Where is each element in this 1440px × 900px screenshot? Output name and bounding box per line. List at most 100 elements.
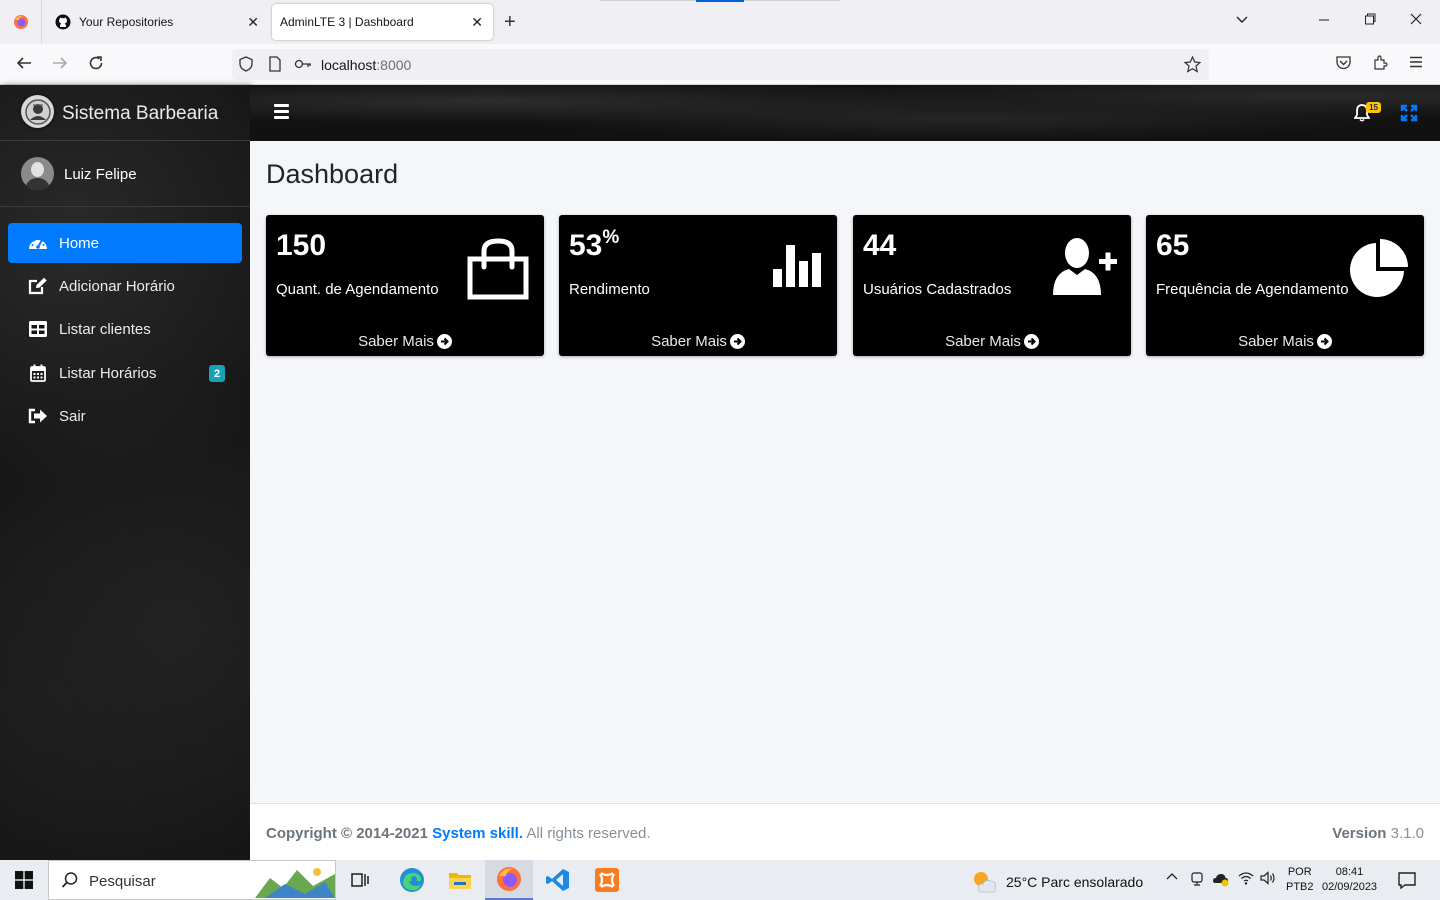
small-box-frequencia: 65 Frequência de Agendamento Saber Mais	[1146, 215, 1424, 356]
user-panel[interactable]: Luiz Felipe	[0, 141, 250, 207]
list-all-tabs-icon[interactable]	[1235, 12, 1249, 30]
url-text[interactable]: localhost:8000	[321, 57, 411, 73]
tab-drag-indicator	[696, 0, 744, 2]
notification-center-icon[interactable]	[1397, 870, 1417, 895]
footer-brand-link[interactable]: System skill.	[432, 825, 523, 842]
onedrive-warning-icon[interactable]	[1212, 871, 1230, 890]
tab-title: Your Repositories	[79, 15, 174, 29]
card-label: Frequência de Agendamento	[1156, 281, 1349, 298]
extensions-icon[interactable]	[1372, 54, 1389, 76]
sidebar-item-label: Sair	[59, 407, 86, 425]
pocket-icon[interactable]	[1335, 54, 1352, 76]
saber-mais-link[interactable]: Saber Mais	[1146, 326, 1424, 356]
new-tab-button[interactable]: +	[504, 11, 516, 34]
tab-title: AdminLTE 3 | Dashboard	[280, 15, 414, 29]
windows-icon	[15, 871, 33, 889]
edit-icon	[27, 277, 49, 295]
card-label: Usuários Cadastrados	[863, 281, 1012, 298]
start-button[interactable]	[0, 860, 48, 900]
search-icon	[61, 871, 79, 894]
tachometer-icon	[27, 235, 49, 251]
system-clock[interactable]: 08:41 02/09/2023	[1322, 865, 1377, 895]
saber-mais-link[interactable]: Saber Mais	[853, 326, 1131, 356]
meet-now-icon[interactable]	[1190, 871, 1204, 890]
brand-logo	[21, 95, 54, 128]
small-box-agendamento: 150 Quant. de Agendamento Saber Mais	[266, 215, 544, 356]
main-header: 15	[250, 85, 1440, 141]
card-label: Quant. de Agendamento	[276, 281, 439, 298]
taskbar-file-explorer[interactable]	[436, 860, 484, 900]
card-value: 44	[863, 229, 897, 262]
copyright-text: Copyright © 2014-2021 System skill. All …	[266, 825, 651, 842]
content-wrapper: Dashboard 150 Quant. de Agendamento Sabe…	[250, 141, 1440, 803]
minimize-window-icon[interactable]	[1318, 12, 1330, 30]
folder-icon	[449, 873, 471, 889]
taskbar-search-input[interactable]: Pesquisar	[48, 860, 336, 900]
card-value: 53%	[569, 227, 620, 262]
arrow-circle-right-icon	[1316, 333, 1332, 349]
hamburger-menu-icon[interactable]	[1408, 54, 1424, 75]
language-indicator[interactable]: POR PTB2	[1286, 865, 1314, 895]
taskbar-vscode[interactable]	[534, 860, 582, 900]
close-tab-icon[interactable]: ✕	[471, 14, 483, 31]
sidebar-toggle-icon[interactable]	[274, 104, 289, 122]
address-bar[interactable]: localhost:8000	[232, 49, 1209, 80]
brand-link[interactable]: Sistema Barbearia	[0, 85, 250, 141]
close-window-icon[interactable]	[1410, 12, 1422, 30]
taskbar-firefox[interactable]	[485, 860, 533, 900]
vscode-icon	[546, 869, 569, 891]
restore-window-icon[interactable]	[1364, 12, 1376, 30]
clock-time: 08:41	[1335, 866, 1364, 878]
close-tab-icon[interactable]: ✕	[247, 14, 259, 31]
xampp-icon	[595, 868, 619, 892]
sidebar-item-label: Listar Horários	[59, 364, 157, 382]
task-view-button[interactable]	[336, 860, 384, 900]
pie-chart-icon	[1346, 237, 1410, 306]
bookmark-star-icon[interactable]	[1183, 55, 1202, 76]
volume-icon[interactable]	[1260, 871, 1276, 888]
table-icon	[27, 321, 49, 337]
browser-tab-bar: Your Repositories ✕ AdminLTE 3 | Dashboa…	[0, 0, 1440, 44]
url-port: :8000	[376, 57, 412, 73]
wifi-icon[interactable]	[1238, 871, 1254, 888]
small-box-rendimento: 53% Rendimento Saber Mais	[559, 215, 837, 356]
edge-icon	[400, 868, 424, 892]
arrow-circle-right-icon	[729, 333, 745, 349]
user-name[interactable]: Luiz Felipe	[64, 166, 137, 183]
sign-out-icon	[27, 408, 49, 424]
firefox-icon	[13, 15, 28, 29]
menu-count-badge: 2	[209, 365, 225, 382]
arrow-circle-right-icon	[1023, 333, 1039, 349]
show-hidden-icons-icon[interactable]	[1166, 871, 1178, 886]
sidebar-item-label: Adicionar Horário	[59, 277, 175, 295]
browser-navigation-bar: localhost:8000	[0, 44, 1440, 85]
partly-sunny-icon	[974, 872, 996, 893]
back-icon[interactable]	[15, 54, 33, 77]
bar-chart-icon	[771, 237, 823, 294]
sidebar-item-home[interactable]: Home	[8, 223, 242, 263]
tab-dashboard[interactable]: AdminLTE 3 | Dashboard ✕	[272, 4, 493, 40]
weather-widget[interactable]: 25°C Parc ensolarado	[972, 870, 1143, 894]
firefox-menu-button[interactable]	[0, 0, 42, 44]
user-plus-icon	[1053, 237, 1117, 300]
brand-text: Sistema Barbearia	[62, 103, 219, 124]
calendar-icon	[27, 364, 49, 382]
sidebar-item-sair[interactable]: Sair	[8, 396, 242, 436]
fullscreen-expand-icon[interactable]	[1400, 104, 1418, 127]
key-icon[interactable]	[294, 56, 312, 75]
saber-mais-link[interactable]: Saber Mais	[559, 326, 837, 356]
github-icon	[55, 14, 71, 30]
forward-icon[interactable]	[51, 54, 69, 77]
version-text: Version 3.1.0	[1332, 825, 1424, 842]
taskbar-edge[interactable]	[388, 860, 436, 900]
page-icon[interactable]	[268, 56, 282, 75]
saber-mais-link[interactable]: Saber Mais	[266, 326, 544, 356]
sidebar-item-adicionar-horario[interactable]: Adicionar Horário	[8, 266, 242, 306]
sidebar-item-listar-clientes[interactable]: Listar clientes	[8, 309, 242, 349]
shield-icon[interactable]	[238, 56, 254, 75]
sidebar-item-listar-horarios[interactable]: Listar Horários 2	[8, 353, 242, 393]
tab-your-repositories[interactable]: Your Repositories ✕	[43, 0, 269, 44]
reload-icon[interactable]	[87, 54, 105, 77]
keyboard-layout: PTB2	[1286, 881, 1314, 893]
taskbar-xampp[interactable]	[583, 860, 631, 900]
